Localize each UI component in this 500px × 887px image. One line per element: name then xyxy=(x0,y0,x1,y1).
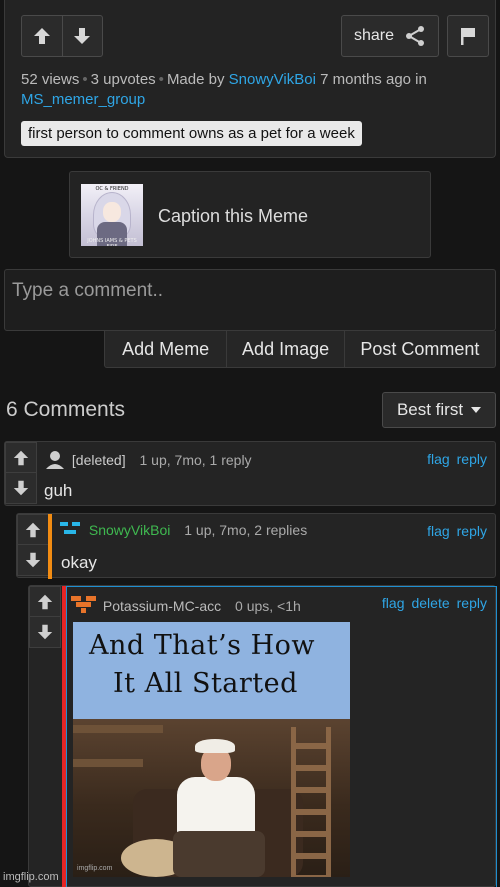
comment-header: Potassium-MC-acc 0 ups, <1h xyxy=(71,594,301,616)
share-icon xyxy=(406,26,425,46)
meme-thumbnail: OC & FRIEND JOHNS IAMS & PETS FIRE xyxy=(81,184,143,246)
comment-meta: 1 up, 7mo, 2 replies xyxy=(184,522,308,538)
view-count: 52 views xyxy=(21,71,80,88)
add-image-button[interactable]: Add Image xyxy=(226,331,343,367)
thumb-caption-bottom: JOHNS IAMS & PETS FIRE xyxy=(87,238,137,246)
sort-dropdown[interactable]: Best first xyxy=(382,392,496,428)
comment-username[interactable]: [deleted] xyxy=(72,452,126,468)
author-link[interactable]: SnowyVikBoi xyxy=(229,71,316,88)
flag-button[interactable] xyxy=(447,15,489,57)
post-tag[interactable]: first person to comment owns as a pet fo… xyxy=(21,121,362,146)
caption-label: Caption this Meme xyxy=(158,206,309,226)
arrow-up-icon xyxy=(13,450,29,465)
downvote-button[interactable] xyxy=(61,16,103,56)
arrow-down-icon xyxy=(74,28,91,44)
flag-link[interactable]: flag xyxy=(382,595,405,611)
photo-shelf xyxy=(73,759,143,767)
comment-meta: 1 up, 7mo, 1 reply xyxy=(139,452,252,468)
pixel-avatar-icon xyxy=(60,522,80,534)
comment-upvote-button[interactable] xyxy=(17,514,49,545)
reply-link[interactable]: reply xyxy=(457,523,487,539)
photo-man-shirt xyxy=(177,777,255,837)
comment-meme-image[interactable]: And That’s How It All Started imgflip.co… xyxy=(73,622,350,877)
reply-link[interactable]: reply xyxy=(457,451,487,467)
flag-icon xyxy=(461,28,475,45)
stream-link[interactable]: MS_memer_group xyxy=(21,91,145,108)
comment-actions: flag delete reply xyxy=(382,595,487,611)
thumb-caption-top: OC & FRIEND xyxy=(95,186,129,192)
photo-man-pants xyxy=(173,831,265,877)
reply-depth-bar xyxy=(48,514,52,579)
comments-count: 6 Comments xyxy=(6,398,126,421)
photo-man-hat xyxy=(195,739,235,753)
post-panel: share 52 views • 3 upvotes • Made by SnowyVi… xyxy=(4,0,496,158)
comment-downvote-button[interactable] xyxy=(17,545,49,576)
comment-upvote-button[interactable] xyxy=(29,586,61,617)
thumb-face xyxy=(103,202,121,222)
page-watermark: imgflip.com xyxy=(3,871,59,883)
comment-vote-group xyxy=(17,514,49,576)
time-label: 7 months ago in xyxy=(320,71,427,88)
comment-composer xyxy=(4,269,496,331)
share-button[interactable]: share xyxy=(341,15,439,57)
share-label: share xyxy=(353,27,395,44)
comment-meta: 0 ups, <1h xyxy=(235,598,301,614)
caret-down-icon xyxy=(471,407,482,413)
post-meta: 52 views • 3 upvotes • Made by SnowyVikBoi 7… xyxy=(21,70,491,110)
comment-downvote-button[interactable] xyxy=(5,473,37,504)
arrow-up-icon xyxy=(37,594,53,609)
add-meme-button[interactable]: Add Meme xyxy=(105,331,226,367)
comment-actions: flag reply xyxy=(427,451,487,467)
flag-link[interactable]: flag xyxy=(427,523,450,539)
arrow-down-icon xyxy=(25,552,41,568)
post-vote-group xyxy=(21,15,103,57)
meme-photo: imgflip.com xyxy=(73,719,350,877)
upvote-button[interactable] xyxy=(22,16,62,56)
upvote-count: 3 upvotes xyxy=(90,71,156,88)
arrow-up-icon xyxy=(25,522,41,537)
user-silhouette-icon xyxy=(46,451,64,469)
comment-text: guh xyxy=(44,481,73,500)
sort-label: Best first xyxy=(396,400,464,419)
comment-downvote-button[interactable] xyxy=(29,617,61,648)
flag-link[interactable]: flag xyxy=(427,451,450,467)
photo-ladder-chair xyxy=(291,727,331,877)
delete-link[interactable]: delete xyxy=(411,595,449,611)
comment-vote-group xyxy=(29,586,61,648)
arrow-up-icon xyxy=(33,28,50,44)
made-by-label: Made by xyxy=(166,71,225,88)
comment-actions: flag reply xyxy=(427,523,487,539)
separator-dot: • xyxy=(82,71,88,88)
pixel-avatar-icon xyxy=(71,596,96,613)
photo-shelf xyxy=(73,725,163,733)
arrow-down-icon xyxy=(13,480,29,496)
post-comment-button[interactable]: Post Comment xyxy=(343,331,495,367)
meme-watermark: imgflip.com xyxy=(77,865,113,872)
comment: SnowyVikBoi 1 up, 7mo, 2 replies flag rep… xyxy=(16,513,496,579)
separator-dot: • xyxy=(158,71,164,88)
comment-username[interactable]: SnowyVikBoi xyxy=(89,522,170,538)
caption-this-meme-button[interactable]: OC & FRIEND JOHNS IAMS & PETS FIRE Capti… xyxy=(69,171,431,258)
comment-vote-group xyxy=(5,442,37,504)
meme-caption-panel: And That’s How It All Started xyxy=(73,622,350,719)
comment-username[interactable]: Potassium-MC-acc xyxy=(103,598,221,614)
meme-caption-line-1: And That’s How xyxy=(89,630,316,661)
comment-upvote-button[interactable] xyxy=(5,442,37,473)
reply-link[interactable]: reply xyxy=(457,595,487,611)
meme-caption-line-2: It All Started xyxy=(113,668,298,699)
comment: [deleted] 1 up, 7mo, 1 reply flag reply g… xyxy=(4,441,496,506)
comment-text: okay xyxy=(61,553,97,572)
arrow-down-icon xyxy=(37,624,53,640)
comment-header: SnowyVikBoi 1 up, 7mo, 2 replies xyxy=(60,522,307,538)
comment-header: [deleted] 1 up, 7mo, 1 reply xyxy=(45,449,252,469)
composer-actions: Add Meme Add Image Post Comment xyxy=(104,331,496,368)
comment-input[interactable] xyxy=(5,270,495,330)
